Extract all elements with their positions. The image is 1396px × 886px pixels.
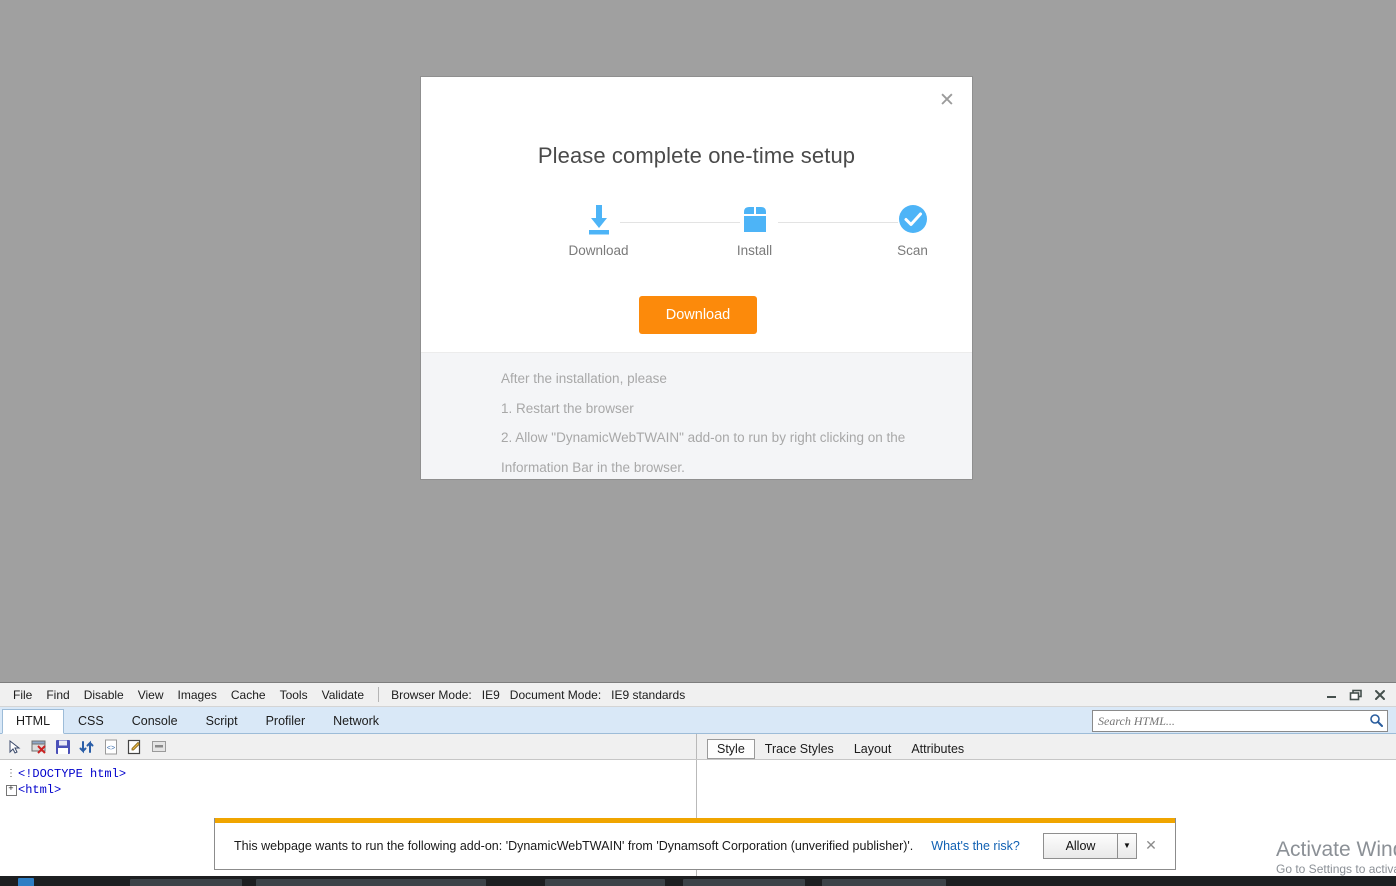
menu-item-cache[interactable]: Cache [224,686,273,704]
close-icon[interactable]: ✕ [1137,838,1165,854]
taskbar-item[interactable] [545,879,665,886]
subtab-trace-styles[interactable]: Trace Styles [755,739,844,759]
search-input[interactable] [1093,713,1365,730]
clear-browser-cache-icon[interactable] [27,736,51,757]
search-box[interactable] [1092,710,1388,732]
minimize-icon[interactable] [1320,684,1344,706]
step-scan: Scan [858,200,968,258]
setup-dialog: ✕ Please complete one-time setup Downloa… [421,77,972,479]
menu-item-file[interactable]: File [6,686,39,704]
outline-icon[interactable] [147,736,171,757]
menu-item-find[interactable]: Find [39,686,76,704]
step-download: Download [544,200,654,258]
restore-icon[interactable] [1344,684,1368,706]
devtools-tabstrip: HTML CSS Console Script Profiler Network [0,707,1396,734]
step-label: Download [544,243,654,258]
menu-item-images[interactable]: Images [171,686,224,704]
svg-text:<>: <> [107,745,115,753]
dom-node-text: <!DOCTYPE html> [18,767,126,781]
tab-css[interactable]: CSS [64,709,118,733]
information-bar: This webpage wants to run the following … [214,818,1176,870]
view-source-icon[interactable]: <> [99,736,123,757]
tab-profiler[interactable]: Profiler [252,709,320,733]
select-element-icon[interactable] [3,736,27,757]
document-mode-label: Document Mode: [505,686,606,704]
devtools-subtabs: Style Trace Styles Layout Attributes [697,734,974,759]
page-overlay: ✕ Please complete one-time setup Downloa… [0,0,1396,682]
expand-node-icon[interactable]: + [6,785,17,796]
step-label: Scan [858,243,968,258]
setup-steps: Download Install [482,200,912,282]
menu-item-view[interactable]: View [131,686,171,704]
dom-node-text: <html> [18,783,61,797]
menu-item-validate[interactable]: Validate [315,686,371,704]
chevron-down-icon[interactable]: ▼ [1117,833,1137,859]
taskbar-item[interactable] [130,879,242,886]
taskbar-item[interactable] [683,879,805,886]
document-mode-value[interactable]: IE9 standards [606,686,690,704]
devtools-menubar: File Find Disable View Images Cache Tool… [0,683,1396,707]
devtools-toolbar: <> [0,734,697,759]
note-line: Information Bar in the browser. [501,456,932,479]
tab-network[interactable]: Network [319,709,393,733]
note-line: 1. Restart the browser [501,397,932,421]
magnifier-icon[interactable] [1365,713,1387,730]
download-button[interactable]: Download [639,296,757,334]
menu-item-tools[interactable]: Tools [273,686,315,704]
allow-button[interactable]: Allow [1043,833,1117,859]
dom-row[interactable]: + <html> [4,782,696,798]
note-line: After the installation, please [501,367,932,391]
tab-console[interactable]: Console [118,709,192,733]
subtab-attributes[interactable]: Attributes [901,739,974,759]
step-label: Install [700,243,810,258]
tab-script[interactable]: Script [192,709,252,733]
dom-row[interactable]: ⋮ <!DOCTYPE html> [4,766,696,782]
save-icon[interactable] [51,736,75,757]
taskbar-item[interactable] [256,879,486,886]
start-button[interactable] [18,878,34,886]
menubar-divider [378,687,379,702]
browser-mode-value[interactable]: IE9 [477,686,505,704]
download-arrow-icon [544,200,654,240]
check-circle-icon [858,200,968,240]
browser-mode-label: Browser Mode: [386,686,477,704]
window-controls [1320,683,1392,706]
close-icon[interactable]: ✕ [934,87,960,113]
subtab-layout[interactable]: Layout [844,739,902,759]
package-box-icon [700,200,810,240]
page-title: Please complete one-time setup [421,77,972,169]
dom-gutter: ⋮ [4,768,18,780]
information-bar-message: This webpage wants to run the following … [234,839,913,853]
edit-icon[interactable] [123,736,147,757]
dom-gutter: + [4,784,18,796]
taskbar-item[interactable] [822,879,946,886]
subtab-style[interactable]: Style [707,739,755,759]
refresh-icon[interactable] [75,736,99,757]
devtools-toolbar-row: <> Style Trace Styles Layout Attributes [0,734,1396,760]
close-icon[interactable] [1368,684,1392,706]
step-install: Install [700,200,810,258]
whats-the-risk-link[interactable]: What's the risk? [931,839,1020,853]
tab-html[interactable]: HTML [2,709,64,734]
windows-taskbar [0,876,1396,886]
menu-item-disable[interactable]: Disable [77,686,131,704]
information-bar-actions: Allow ▼ ✕ [1043,833,1165,859]
note-line: 2. Allow "DynamicWebTWAIN" add-on to run… [501,426,932,450]
post-install-instructions: After the installation, please 1. Restar… [421,352,972,479]
